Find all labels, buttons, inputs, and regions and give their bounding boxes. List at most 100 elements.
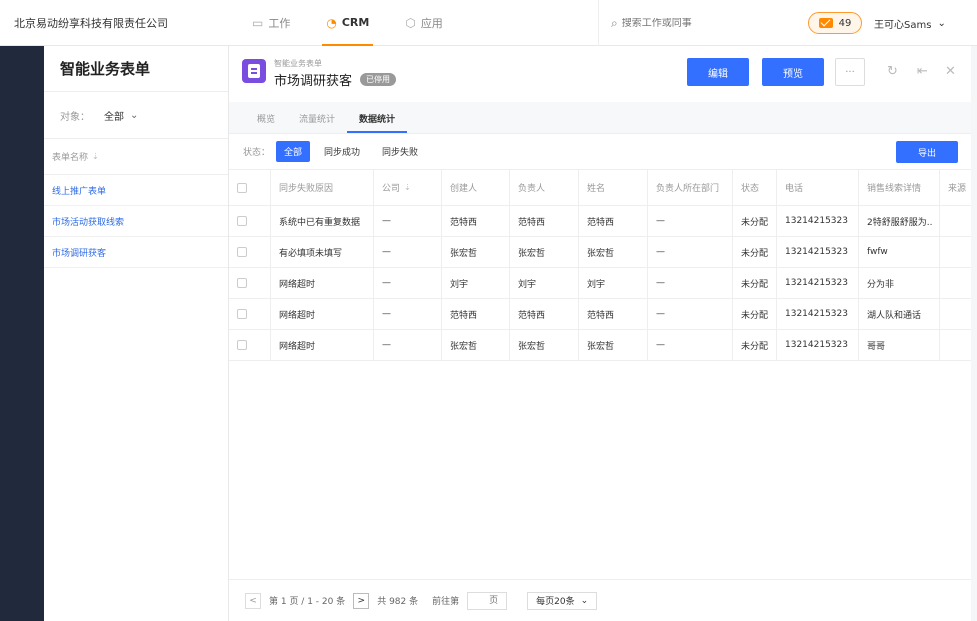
preview-button[interactable]: 预览 [762,58,824,86]
row-select-cell [229,268,271,298]
detail-title: 市场调研获客 [274,74,353,89]
form-list-panel: 智能业务表单 对象： 全部 ⌄ 表单名称 ⇣ 线上推广表单 市场活动获取线索 市… [44,46,229,621]
table-cell [940,299,971,329]
table-cell: 哥哥 [859,330,940,360]
mail-icon [818,18,833,28]
prev-page-button[interactable]: < [245,592,261,609]
more-button[interactable]: ··· [835,58,865,86]
form-detail: 智能业务表单 市场调研获客 已停用 编辑 预览 ··· ↻ ⇤ ✕ 概览 流量统… [229,46,971,621]
status-badge: 已停用 [360,73,397,86]
table-row[interactable]: 网络超时 — 张宏哲 张宏哲 张宏哲 — 未分配 13214215323 哥哥 [229,330,971,361]
panel-title: 智能业务表单 [44,46,228,92]
table-cell: — [648,268,733,298]
table-cell: 13214215323 [777,330,859,360]
status-filter-label: 状态： [243,148,271,158]
goto-page-input[interactable] [467,591,508,610]
nav-crm[interactable]: ◔ CRM [308,0,387,46]
table-cell: — [374,206,442,236]
row-checkbox[interactable] [237,278,247,288]
column-header-label: 销售线索详情 [867,184,922,194]
detail-subtitle: 智能业务表单 [274,59,322,68]
tab-traffic[interactable]: 流量统计 [287,112,347,133]
table-row[interactable]: 网络超时 — 刘宇 刘宇 刘宇 — 未分配 13214215323 分为非 [229,268,971,299]
status-chip-failed[interactable]: 同步失败 [374,141,426,162]
app-sidebar [0,46,44,621]
column-header[interactable]: 来源 [940,170,971,205]
message-badge[interactable]: 49 [808,12,862,34]
status-chip-success[interactable]: 同步成功 [316,141,368,162]
column-header[interactable]: 负责人 [510,170,579,205]
edit-button[interactable]: 编辑 [687,58,749,86]
status-chip-all[interactable]: 全部 [276,141,311,162]
nav-apps[interactable]: ⬡ 应用 [387,0,460,46]
page-info: 第 1 页 / 1 - 20 条 [269,597,346,607]
form-list-item[interactable]: 市场活动获取线索 [44,206,228,237]
column-header[interactable]: 创建人 [442,170,510,205]
user-menu[interactable]: 王可心Sams ⌄ [874,0,946,46]
column-header-label: 电话 [785,184,804,194]
row-select-cell [229,330,271,360]
nav-work-label: 工作 [268,16,291,30]
form-icon [242,59,266,83]
column-header[interactable]: 姓名 [579,170,648,205]
row-select-cell [229,206,271,236]
refresh-icon[interactable]: ↻ [887,64,898,79]
tab-overview[interactable]: 概览 [245,112,287,133]
cube-icon: ⬡ [405,15,416,30]
table-row[interactable]: 网络超时 — 范特西 范特西 范特西 — 未分配 13214215323 湖人队和通话 [229,299,971,330]
table-cell: — [648,299,733,329]
column-header[interactable]: 负责人所在部门 [648,170,733,205]
nav-work[interactable]: ▭ 工作 [234,0,308,46]
object-filter[interactable]: 对象： 全部 ⌄ [44,92,228,139]
row-checkbox[interactable] [237,340,247,350]
row-select-cell [229,237,271,267]
table-cell: 范特西 [442,206,510,236]
table-cell: 湖人队和通话 [859,299,940,329]
row-checkbox[interactable] [237,247,247,257]
column-header[interactable]: 同步失败原因 [271,170,374,205]
column-header-label: 状态 [741,184,760,194]
detail-header: 智能业务表单 市场调研获客 已停用 编辑 预览 ··· ↻ ⇤ ✕ [229,46,971,102]
table-cell: — [648,237,733,267]
next-page-button[interactable]: > [353,592,370,609]
export-button[interactable]: 导出 [896,141,958,163]
column-header-label: 创建人 [450,184,478,194]
column-header[interactable]: 状态 [733,170,777,205]
table-row[interactable]: 系统中已有重复数据 — 范特西 范特西 范特西 — 未分配 13214215323 2特舒服舒服… [229,206,971,237]
search-input[interactable] [621,17,782,29]
close-icon[interactable]: ✕ [945,64,956,79]
form-list-header[interactable]: 表单名称 ⇣ [44,139,228,175]
table-cell: 范特西 [510,299,579,329]
row-checkbox[interactable] [237,309,247,319]
select-all-checkbox[interactable] [237,182,247,193]
column-header-label: 姓名 [587,184,606,194]
table-cell: 分为非 [859,268,940,298]
form-list-header-label: 表单名称 [52,153,89,163]
column-header[interactable]: 销售线索详情 [859,170,940,205]
form-list-item[interactable]: 线上推广表单 [44,175,228,206]
column-header[interactable]: 电话 [777,170,859,205]
table-cell: 13214215323 [777,237,859,267]
table-cell: 2特舒服舒服为.. [859,206,940,236]
data-table: 同步失败原因 公司 ⇣ 创建人 负责人 姓名 负责人所在部门 状态 电话 销售线索详情 来源 系统中已… [229,170,971,361]
object-filter-label: 对象： [60,111,90,123]
table-row[interactable]: 有必填项未填写 — 张宏哲 张宏哲 张宏哲 — 未分配 13214215323 fwfw [229,237,971,268]
detail-title-wrap: 市场调研获客 已停用 [274,70,397,89]
form-list-item[interactable]: 市场调研获客 [44,237,228,268]
table-cell: — [648,330,733,360]
sort-icon: ⇣ [404,183,411,192]
table-cell: 范特西 [510,206,579,236]
chevron-down-icon: ⌄ [130,109,139,121]
table-cell: fwfw [859,237,940,267]
collapse-icon[interactable]: ⇤ [917,64,928,79]
search-icon: ⌕ [611,15,618,30]
page-size-select[interactable]: 每页20条 ⌄ [527,591,598,610]
row-select-cell [229,299,271,329]
column-header[interactable]: 公司 ⇣ [374,170,442,205]
table-cell: — [648,206,733,236]
row-checkbox[interactable] [237,216,247,226]
table-cell: 张宏哲 [579,237,648,267]
table-cell: 张宏哲 [579,330,648,360]
tab-data[interactable]: 数据统计 [347,112,408,133]
goto-label: 前往第 [432,597,460,607]
